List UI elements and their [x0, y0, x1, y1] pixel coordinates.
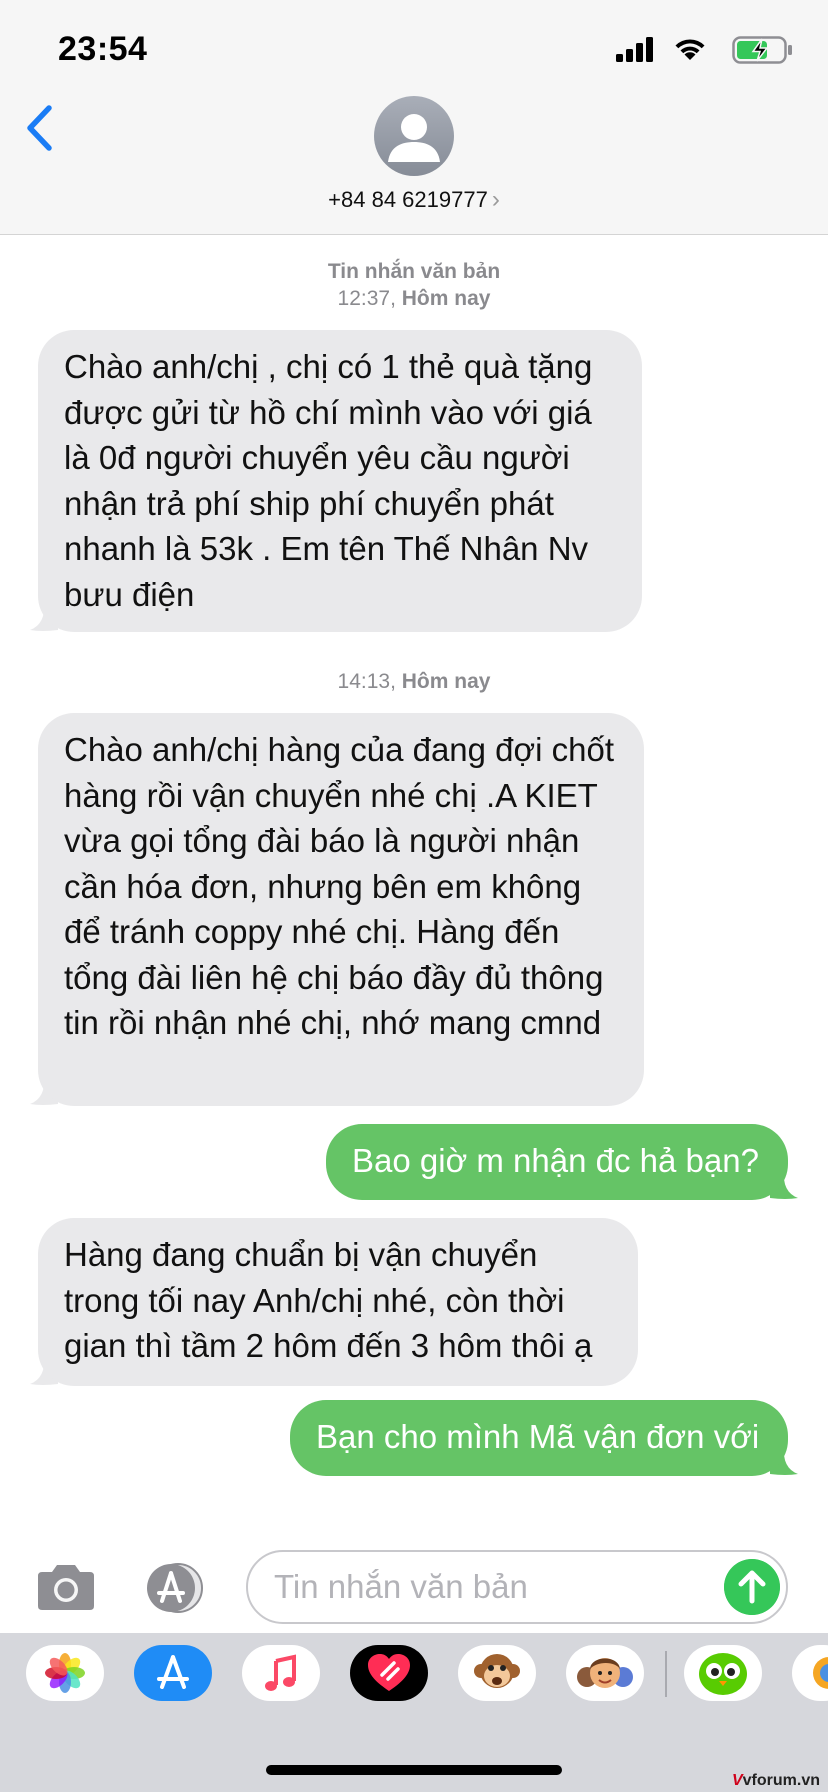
incoming-message[interactable]: Chào anh/chị , chị có 1 thẻ quà tặng đượ… [38, 330, 642, 632]
status-icons [594, 36, 794, 66]
conversation-header: 23:54 +84 84 6219777 › [0, 0, 828, 235]
music-app[interactable] [242, 1645, 320, 1701]
app-store-app[interactable] [134, 1645, 212, 1701]
music-icon [265, 1654, 296, 1691]
contact-name[interactable]: +84 84 6219777 › [0, 186, 828, 214]
photos-icon [45, 1653, 85, 1693]
watermark-text: vforum.vn [742, 1772, 820, 1789]
message-input[interactable]: Tin nhắn văn bản [246, 1550, 788, 1624]
timestamp-day: Hôm nay [401, 287, 491, 310]
message-type-label: Tin nhắn văn bản [327, 260, 501, 283]
app-store-drawer-icon[interactable] [140, 1563, 212, 1613]
outgoing-message[interactable]: Bạn cho mình Mã vận đơn với [290, 1400, 788, 1476]
memoji-icon [577, 1658, 633, 1688]
contact-number: +84 84 6219777 [328, 187, 488, 212]
duolingo-icon [699, 1653, 747, 1695]
back-button[interactable] [22, 102, 56, 154]
status-time: 23:54 [58, 30, 148, 68]
incoming-message[interactable]: Hàng đang chuẩn bị vận chuyển trong tối … [38, 1218, 638, 1386]
duolingo-app[interactable] [684, 1645, 762, 1701]
animoji-app[interactable] [458, 1645, 536, 1701]
home-indicator [266, 1765, 562, 1775]
more-app[interactable] [792, 1645, 828, 1701]
timestamp-header: Tin nhắn văn bản 12:37, Hôm nay [0, 258, 828, 312]
wifi-icon [675, 39, 705, 60]
cellular-signal-icon [616, 37, 653, 62]
app-store-icon [157, 1655, 189, 1689]
timestamp-time: 12:37, [337, 287, 396, 310]
watermark: Vvforum.vn [727, 1770, 824, 1792]
send-button[interactable] [724, 1559, 780, 1615]
person-icon [388, 114, 440, 162]
memoji-app[interactable] [566, 1645, 644, 1701]
digital-touch-app[interactable] [350, 1645, 428, 1701]
timestamp-header: 14:13, Hôm nay [0, 668, 828, 695]
chevron-right-icon: › [491, 186, 500, 213]
outgoing-message[interactable]: Bao giờ m nhận đc hả bạn? [326, 1124, 788, 1200]
battery-charging-icon [732, 36, 792, 64]
photos-app[interactable] [26, 1645, 104, 1701]
timestamp-time: 14:13, [337, 670, 396, 693]
timestamp-day: Hôm nay [401, 670, 491, 693]
drawer-divider [665, 1651, 667, 1697]
watermark-logo: V [731, 1772, 743, 1789]
animoji-icon [474, 1654, 520, 1688]
camera-icon[interactable] [34, 1562, 98, 1612]
more-app-icon [813, 1657, 828, 1689]
digital-touch-icon [368, 1654, 410, 1691]
contact-avatar[interactable] [374, 96, 454, 176]
incoming-message[interactable]: Chào anh/chị hàng của đang đợi chốt hàng… [38, 713, 644, 1106]
